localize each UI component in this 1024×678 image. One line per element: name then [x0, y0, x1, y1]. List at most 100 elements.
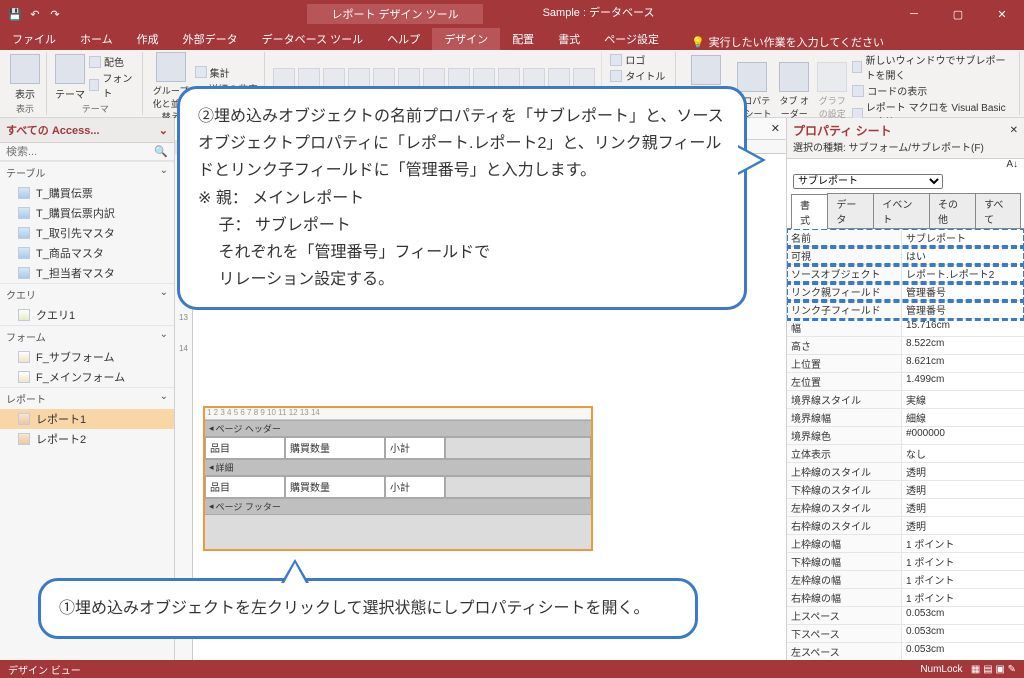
property-row[interactable]: 上スペース0.053cm [787, 607, 1024, 625]
table-icon [18, 187, 30, 199]
header-cell: 小計 [385, 437, 445, 459]
property-sheet-title: プロパティ シート [793, 122, 892, 139]
property-row[interactable]: 左スペース0.053cm [787, 643, 1024, 660]
nav-item[interactable]: レポート1 [0, 409, 174, 429]
property-row[interactable]: 可視はい [787, 247, 1024, 265]
ribbon-tab-8[interactable]: 書式 [546, 28, 592, 50]
view-button[interactable]: 表示 [10, 54, 40, 101]
ribbon-tab-2[interactable]: 作成 [125, 28, 171, 50]
nav-search[interactable]: 🔍 [0, 143, 174, 161]
nav-cat-forms[interactable]: フォーム⌄ [0, 325, 174, 347]
form-icon [18, 351, 30, 363]
nav-item[interactable]: F_サブフォーム [0, 347, 174, 367]
property-row[interactable]: 左位置1.499cm [787, 373, 1024, 391]
property-tab[interactable]: データ [827, 193, 874, 228]
ribbon-tab-5[interactable]: ヘルプ [375, 28, 432, 50]
property-tab[interactable]: すべて [975, 193, 1021, 228]
ribbon-tab-3[interactable]: 外部データ [171, 28, 250, 50]
property-row[interactable]: 下枠線の幅1 ポイント [787, 553, 1024, 571]
themes-button[interactable]: テーマ [55, 54, 85, 101]
ribbon-tab-1[interactable]: ホーム [68, 28, 125, 50]
view-icon[interactable]: ▦ [971, 664, 980, 675]
redo-icon[interactable]: ↷ [48, 7, 62, 21]
property-object-select[interactable]: サブレポート [793, 174, 943, 189]
ribbon-tab-4[interactable]: データベース ツール [250, 28, 376, 50]
property-row[interactable]: 下枠線のスタイル透明 [787, 481, 1024, 499]
save-icon[interactable]: 💾 [8, 7, 22, 21]
ribbon-tab-6[interactable]: デザイン [432, 28, 500, 50]
chevron-down-icon: ⌄ [159, 124, 168, 137]
search-input[interactable] [6, 146, 154, 158]
numlock-indicator: NumLock [920, 664, 962, 675]
open-sub-newwin-button[interactable]: 新しいウィンドウでサブレポートを開く [852, 52, 1013, 82]
title-button[interactable]: タイトル [610, 68, 669, 83]
property-row[interactable]: 右枠線の幅1 ポイント [787, 589, 1024, 607]
ribbon-tab-0[interactable]: ファイル [0, 28, 68, 50]
view-code-button[interactable]: コードの表示 [852, 83, 1013, 98]
property-row[interactable]: リンク親フィールド管理番号 [787, 283, 1024, 301]
page-header-section: ◂ページ ヘッダー [205, 420, 591, 437]
property-row[interactable]: 幅15.716cm [787, 319, 1024, 337]
property-row[interactable]: 高さ8.522cm [787, 337, 1024, 355]
property-tab[interactable]: その他 [929, 193, 976, 228]
detail-cell: 購買数量 [285, 476, 385, 498]
view-icon[interactable]: ▤ [983, 664, 992, 675]
logo-button[interactable]: ロゴ [610, 52, 669, 67]
property-row[interactable]: 上枠線の幅1 ポイント [787, 535, 1024, 553]
ribbon-tab-9[interactable]: ページ設定 [592, 28, 671, 50]
property-row[interactable]: 境界線スタイル実線 [787, 391, 1024, 409]
property-row[interactable]: 右枠線のスタイル透明 [787, 517, 1024, 535]
property-row[interactable]: 上枠線のスタイル透明 [787, 463, 1024, 481]
property-tab[interactable]: イベント [873, 193, 930, 228]
nav-item[interactable]: T_購買伝票内訳 [0, 203, 174, 223]
nav-item[interactable]: T_購買伝票 [0, 183, 174, 203]
minimize-button[interactable]: ─ [892, 0, 936, 28]
nav-item[interactable]: T_取引先マスタ [0, 223, 174, 243]
nav-item[interactable]: F_メインフォーム [0, 367, 174, 387]
window-title: Sample : データベース [543, 4, 655, 24]
chart-settings-button[interactable]: グラフの設定 [816, 62, 848, 120]
property-grid[interactable]: 名前サブレポート可視はいソースオブジェクトレポート.レポート2リンク親フィールド… [787, 229, 1024, 660]
nav-cat-tables[interactable]: テーブル⌄ [0, 161, 174, 183]
property-row[interactable]: 境界線色#000000 [787, 427, 1024, 445]
undo-icon[interactable]: ↶ [28, 7, 42, 21]
colors-button[interactable]: 配色 [89, 54, 136, 69]
close-tab-icon[interactable]: ✕ [765, 122, 786, 135]
nav-item[interactable]: T_担当者マスタ [0, 263, 174, 283]
table-icon [18, 207, 30, 219]
property-row[interactable]: 境界線幅細線 [787, 409, 1024, 427]
header-cell: 購買数量 [285, 437, 385, 459]
report-icon [18, 413, 30, 425]
property-row[interactable]: 左枠線の幅1 ポイント [787, 571, 1024, 589]
nav-item[interactable]: クエリ1 [0, 305, 174, 325]
search-icon: 🔍 [154, 145, 168, 158]
close-button[interactable]: ✕ [980, 0, 1024, 28]
nav-header[interactable]: すべての Access...⌄ [0, 118, 174, 143]
property-row[interactable]: 下スペース0.053cm [787, 625, 1024, 643]
nav-item[interactable]: レポート2 [0, 429, 174, 449]
callout-1: ①埋め込みオブジェクトを左クリックして選択状態にしプロパティシートを開く。 [38, 578, 698, 639]
fonts-button[interactable]: フォント [89, 70, 136, 100]
property-row[interactable]: 名前サブレポート [787, 229, 1024, 247]
property-row[interactable]: 左枠線のスタイル透明 [787, 499, 1024, 517]
maximize-button[interactable]: ▢ [936, 0, 980, 28]
status-view-mode: デザイン ビュー [8, 662, 81, 677]
title-bar: 💾 ↶ ↷ レポート デザイン ツール Sample : データベース ─ ▢ … [0, 0, 1024, 28]
ribbon-tab-7[interactable]: 配置 [500, 28, 546, 50]
nav-cat-queries[interactable]: クエリ⌄ [0, 283, 174, 305]
property-row[interactable]: 立体表示なし [787, 445, 1024, 463]
property-row[interactable]: ソースオブジェクトレポート.レポート2 [787, 265, 1024, 283]
property-row[interactable]: リンク子フィールド管理番号 [787, 301, 1024, 319]
view-icon[interactable]: ✎ [1008, 664, 1016, 675]
tab-order-button[interactable]: タブ オーダー [776, 62, 812, 120]
tell-me-icon: 💡 [691, 36, 705, 49]
nav-item[interactable]: T_商品マスタ [0, 243, 174, 263]
property-tab[interactable]: 書式 [791, 194, 828, 229]
property-row[interactable]: 上位置8.621cm [787, 355, 1024, 373]
subreport-control[interactable]: 1 2 3 4 5 6 7 8 9 10 11 12 13 14 ◂ページ ヘッ… [203, 406, 593, 551]
totals-button[interactable]: 集計 [195, 65, 259, 80]
nav-cat-reports[interactable]: レポート⌄ [0, 387, 174, 409]
close-icon[interactable]: ✕ [1010, 125, 1018, 136]
view-icon[interactable]: ▣ [995, 664, 1004, 675]
sort-icon[interactable]: A↓ [1006, 159, 1018, 170]
